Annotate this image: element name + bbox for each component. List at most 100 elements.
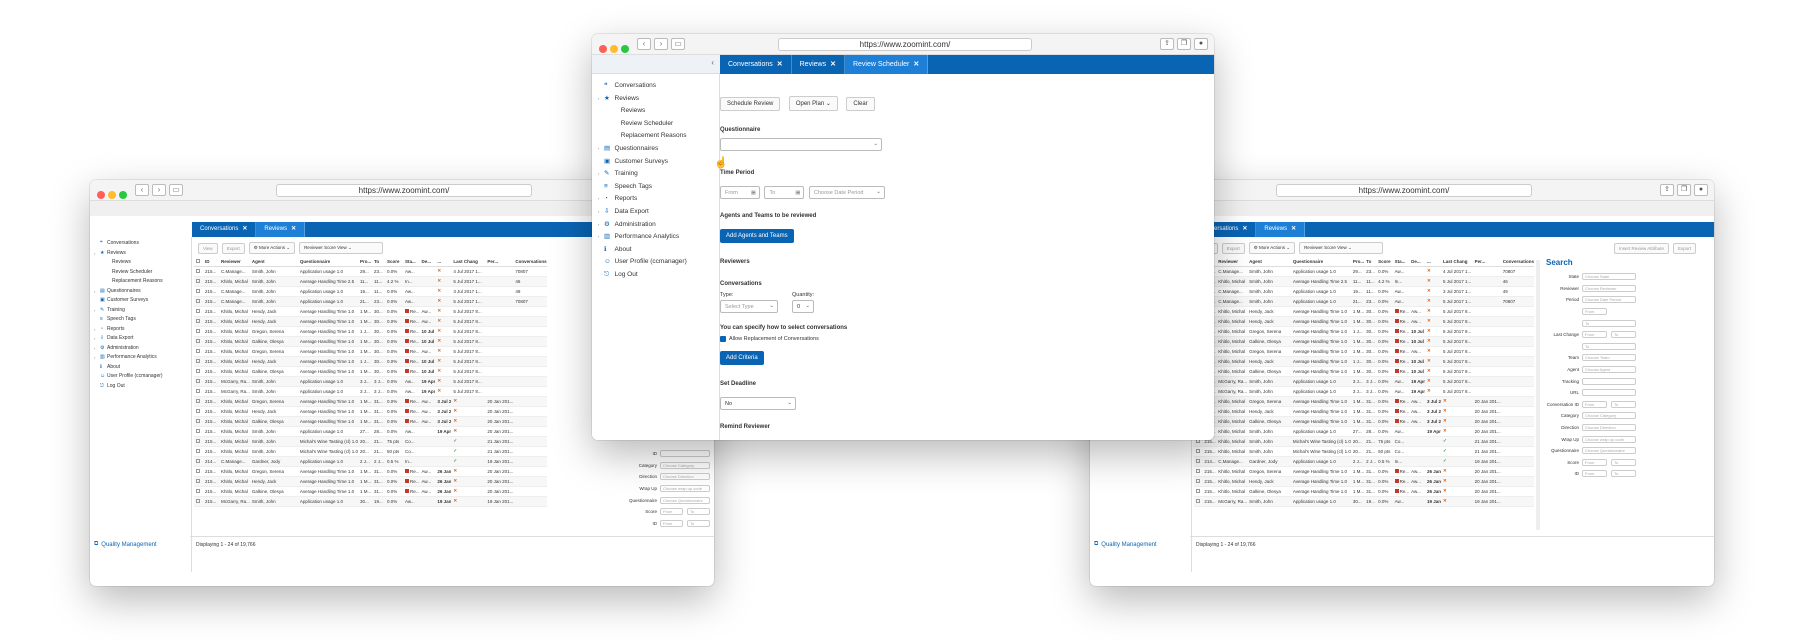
schedule-review-button[interactable]: Schedule Review [720,97,781,111]
open-plan-button[interactable]: Open Plan ⌄ [788,96,838,111]
more-actions-button[interactable]: ⚙ More Actions ⌄ [1248,242,1296,254]
filter-input[interactable] [660,450,710,458]
row-checkbox[interactable] [194,496,203,507]
sidebar-item[interactable]: Replacement Reasons [94,277,191,287]
row-checkbox[interactable] [194,466,203,477]
row-checkbox[interactable] [194,326,203,337]
column-header[interactable]: To [1364,258,1377,267]
sidebar-item[interactable]: ▣Customer Surveys [94,296,191,306]
sidebar-item[interactable]: ☺User Profile (ccmanager) [94,372,191,382]
sidebar-item[interactable]: ›⇩Data Export [94,334,191,344]
filter-input[interactable] [1582,389,1636,397]
row-checkbox[interactable] [1194,466,1203,477]
sidebar-toggle-icon[interactable]: ▭ [671,38,685,50]
filter-input-to[interactable]: To [1611,458,1636,466]
sidebar-item[interactable]: ℹ About [598,244,719,257]
filter-input[interactable]: Choose Questionnaire [1582,447,1636,455]
clear-button[interactable]: Clear [846,97,875,111]
filter-input-to[interactable]: To [1611,400,1636,408]
filter-input[interactable]: Choose wrap up code [660,485,710,493]
row-checkbox[interactable] [194,296,203,307]
row-checkbox[interactable] [194,366,203,377]
table-row[interactable]: 215...Khitlo, MichalGalkine, OlesyaAvera… [1194,366,1534,377]
filter-input-to[interactable]: To [687,508,710,516]
sidebar-item[interactable]: ›✎Training [94,306,191,316]
sidebar-item[interactable]: ›★Reviews [598,93,719,106]
column-header[interactable]: To [371,258,385,267]
quantity-stepper[interactable]: 0 [792,300,814,313]
row-checkbox[interactable] [194,356,203,367]
filter-input[interactable]: Choose Reviewer [1582,284,1636,292]
column-header[interactable]: De... [419,258,436,267]
filter-input[interactable] [1582,377,1636,385]
tab-review-scheduler[interactable]: Review Scheduler ✕ [844,55,929,74]
tab-conversations[interactable]: Conversations ✕ [720,55,792,74]
column-header[interactable]: Reviewer [219,258,250,267]
close-icon[interactable]: ✕ [242,226,247,232]
row-checkbox[interactable] [194,286,203,297]
column-header[interactable]: Sta... [402,258,420,267]
export-button[interactable]: Export [1221,242,1245,254]
deadline-select[interactable]: No [720,397,796,410]
table-row[interactable]: 215...McGarry, Ra...Smith, JohnApplicati… [194,376,547,387]
close-icon[interactable]: ✕ [291,226,296,232]
table-row[interactable]: 215...C.Manage...Smith, JohnApplication … [194,286,547,297]
row-checkbox[interactable] [194,316,203,327]
row-checkbox[interactable] [194,346,203,357]
row-checkbox[interactable] [1194,446,1203,457]
table-row[interactable]: 215...Khitlo, MichalGalkine, OlesyaAvera… [194,366,547,377]
row-checkbox[interactable] [194,386,203,397]
table-row[interactable]: 215...Khitlo, MichalGregon, SerenaAverag… [1194,326,1534,337]
table-row[interactable]: 215... Khitlo, Michal Smith, John Michal's … [1194,446,1534,457]
tabs-icon[interactable]: ❐ [1677,184,1691,196]
column-header[interactable]: Pro... [357,258,372,267]
table-row[interactable]: 215...Khitlo, MichalGregon, SerenaAverag… [1194,346,1534,357]
collapse-sidebar-icon[interactable]: ‹ [711,58,714,67]
column-header[interactable]: Score [384,258,403,267]
quality-management-link[interactable]: ⧉ Quality Management [1094,541,1157,548]
row-checkbox[interactable] [1194,496,1203,507]
sidebar-item[interactable]: ▣Customer Surveys [598,156,719,169]
column-header[interactable]: Questionnaire [1290,258,1351,267]
table-row[interactable]: 215...C.Manage...Smith, JohnApplication … [1194,286,1534,297]
reviewer-score-view-select[interactable]: Reviewer Score View ⌄ [1299,242,1384,254]
more-actions-button[interactable]: ⚙ More Actions ⌄ [248,242,296,254]
filter-input[interactable]: Choose Category [660,461,710,469]
insert-attribute-button[interactable]: Insert Review Attribute [1614,242,1670,254]
table-row[interactable]: 215...McGarry, Ra...Smith, JohnApplicati… [1194,496,1534,507]
tab-reviews[interactable]: Reviews ✕ [256,222,306,237]
sidebar-item[interactable]: ⎋Log Out [94,382,191,392]
table-row[interactable]: 215... Khitlo, Michal Smith, John Michal's … [194,436,547,447]
filter-input[interactable]: To [1582,342,1636,350]
address-bar[interactable]: https://www.zoomint.com/ [276,184,532,197]
allow-replacement-checkbox[interactable] [720,336,726,342]
tabs-icon[interactable]: ❐ [1177,38,1191,50]
sidebar-item[interactable]: ›◔Reports [598,193,719,206]
type-select[interactable]: Select Type [720,300,778,313]
table-row[interactable]: 215...Khitlo, MichalGalkine, OlesyaAvera… [1194,416,1534,427]
column-header[interactable]: ... [1424,258,1441,267]
table-row[interactable]: 215...Khitlo, MichalHendy, JackAverage H… [1194,306,1534,317]
sidebar-item[interactable]: ›⇩Data Export [598,206,719,219]
forward-icon[interactable]: › [152,184,166,196]
export-button[interactable]: Export [221,242,245,254]
download-icon[interactable]: ● [1194,38,1208,50]
column-header[interactable]: Questionnaire [297,258,358,267]
filter-input[interactable]: Choose Agent [1582,366,1636,374]
table-row[interactable]: 215...C.Manage...Smith, JohnApplication … [1194,296,1534,307]
row-checkbox[interactable] [194,266,203,277]
column-header[interactable]: Per... [1472,258,1501,267]
table-row[interactable]: 215...Khitlo, MichalGalkine, OlesyaAvera… [1194,336,1534,347]
table-row[interactable]: 215...Khitlo, MichalGregon, SerenaAverag… [194,346,547,357]
sidebar-item[interactable]: ›◔Reports [94,325,191,335]
sidebar-item[interactable]: ›★Reviews [94,249,191,259]
filter-input[interactable]: Choose Team [1582,354,1636,362]
row-checkbox[interactable] [1194,456,1203,467]
sidebar-item[interactable]: ›✎Training [598,168,719,181]
table-row[interactable]: 214... C.Manage... Gardner, Jody Applicatio… [1194,456,1534,467]
table-row[interactable]: 215... Khitlo, Michal Smith, John Michal's … [1194,436,1534,447]
sidebar-item[interactable]: Reviews [598,105,719,118]
filter-input[interactable]: From [1582,331,1607,339]
row-checkbox[interactable] [194,306,203,317]
column-header[interactable]: Per... [485,258,514,267]
